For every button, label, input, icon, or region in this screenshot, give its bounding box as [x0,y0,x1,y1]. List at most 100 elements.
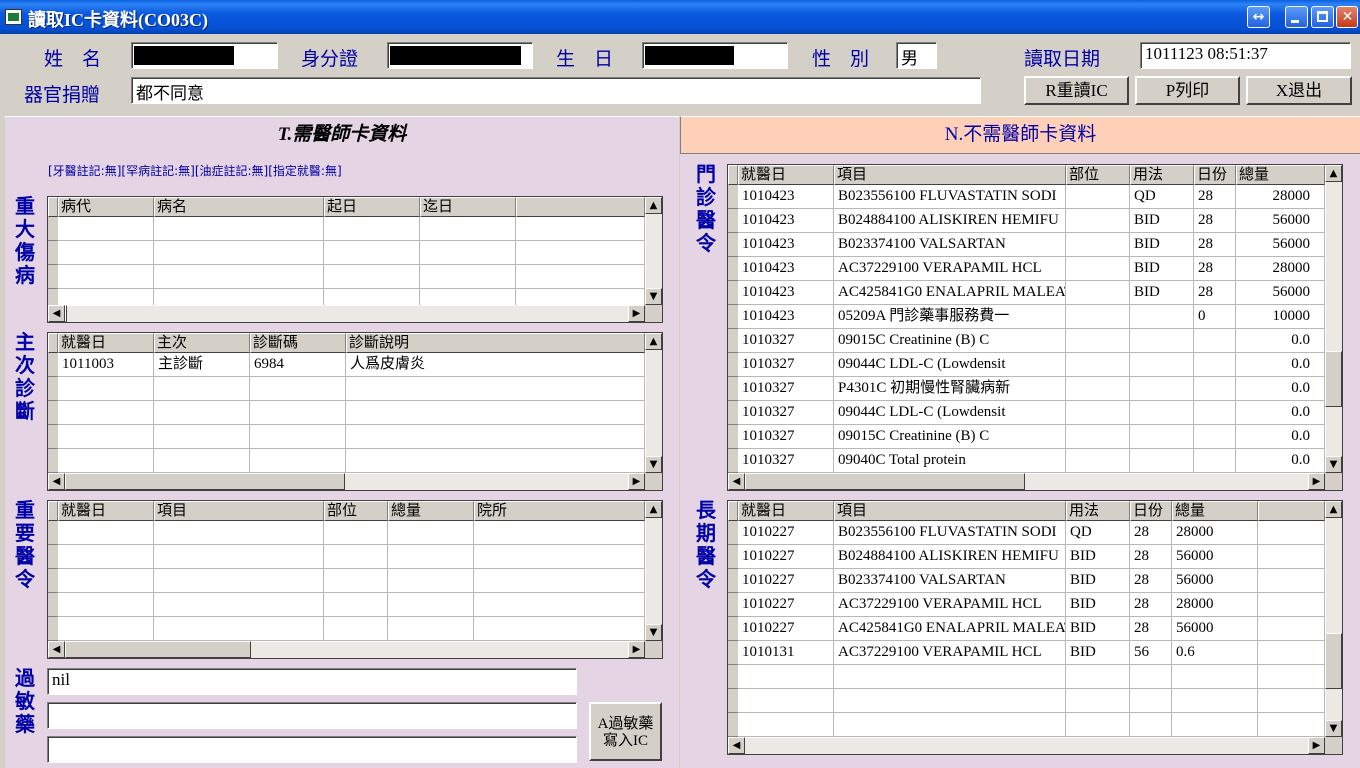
print-button[interactable]: P列印 [1135,76,1240,105]
row-selector[interactable] [728,521,738,545]
scroll-up-arrow-icon[interactable]: ▲ [645,197,662,214]
row-selector[interactable] [48,265,58,289]
vertical-scroll-thumb[interactable] [1325,351,1342,407]
scroll-down-arrow-icon[interactable]: ▼ [1325,720,1342,737]
horizontal-scrollbar[interactable]: ◀ ▶ [48,305,645,322]
table-row[interactable]: 1010327 09044C LDL-C (Lowdensit 0.0 [728,401,1325,425]
row-selector[interactable] [48,353,58,377]
table-row[interactable] [48,449,645,473]
table-row[interactable] [48,425,645,449]
row-selector[interactable] [728,641,738,665]
maximize-button[interactable] [1311,6,1334,28]
row-selector[interactable] [728,689,738,713]
close-button[interactable]: ✕ [1336,6,1358,28]
horizontal-scroll-thumb[interactable] [65,473,345,490]
allergy-field-2[interactable] [47,702,577,729]
horizontal-scrollbar[interactable]: ◀ ▶ [728,737,1325,754]
scroll-left-arrow-icon[interactable]: ◀ [48,641,65,658]
table-row[interactable]: 1010423 B024884100 ALISKIREN HEMIFU BID 28 5… [728,209,1325,233]
column-header[interactable]: 病代 [58,197,154,217]
table-row[interactable] [728,713,1325,737]
table-row[interactable] [728,665,1325,689]
column-header[interactable]: 總量 [1172,501,1258,521]
table-row[interactable]: 1010327 P4301C 初期慢性腎臟病新 0.0 [728,377,1325,401]
table-row[interactable] [48,377,645,401]
diagnosis-grid[interactable]: 就醫日 主次 診斷碼 診斷說明 1011003 主診斷 6984 人爲皮膚炎 ▲ ▼ ◀ ▶ [47,332,663,491]
row-selector[interactable] [48,217,58,241]
column-header[interactable]: 部位 [1066,165,1130,185]
table-row[interactable]: 1010423 B023374100 VALSARTAN BID 28 56000 [728,233,1325,257]
scroll-down-arrow-icon[interactable]: ▼ [645,456,662,473]
row-selector[interactable] [48,401,58,425]
exit-button[interactable]: X退出 [1246,76,1352,105]
table-row[interactable]: 1010227 B024884100 ALISKIREN HEMIFU BID 28 5… [728,545,1325,569]
table-row[interactable]: 1010327 09015C Creatinine (B) C 0.0 [728,425,1325,449]
minimize-button[interactable] [1285,6,1308,28]
horizontal-scroll-thumb[interactable] [65,641,251,658]
scroll-down-arrow-icon[interactable]: ▼ [645,288,662,305]
row-selector[interactable] [728,257,738,281]
scroll-up-arrow-icon[interactable]: ▲ [1325,501,1342,518]
row-selector[interactable] [728,305,738,329]
id-field[interactable] [387,42,533,69]
column-header[interactable]: 迄日 [420,197,516,217]
row-selector[interactable] [728,401,738,425]
row-selector[interactable] [728,377,738,401]
row-selector[interactable] [728,593,738,617]
table-row[interactable]: 1011003 主診斷 6984 人爲皮膚炎 [48,353,645,377]
column-header[interactable]: 日份 [1130,501,1172,521]
column-header[interactable]: 用法 [1130,165,1194,185]
table-row[interactable] [728,689,1325,713]
birth-field[interactable] [642,42,788,69]
row-selector[interactable] [48,521,58,545]
table-row[interactable]: 1010423 AC425841G0 ENALAPRIL MALEAT BID 28 5… [728,281,1325,305]
row-selector[interactable] [48,425,58,449]
scroll-left-arrow-icon[interactable]: ◀ [48,473,65,490]
row-selector[interactable] [728,665,738,689]
table-row[interactable]: 1010227 AC37229100 VERAPAMIL HCL BID 28 2800… [728,593,1325,617]
column-header[interactable]: 總量 [388,501,474,521]
row-selector[interactable] [728,449,738,473]
table-row[interactable] [48,521,645,545]
row-selector[interactable] [48,241,58,265]
horizontal-scrollbar[interactable]: ◀ ▶ [48,641,645,658]
row-selector[interactable] [728,713,738,737]
row-selector[interactable] [48,617,58,641]
table-row[interactable]: 1010227 B023556100 FLUVASTATIN SODI QD 28 28… [728,521,1325,545]
column-header[interactable]: 日份 [1194,165,1236,185]
row-selector[interactable] [728,233,738,257]
organ-donation-field[interactable]: 都不同意 [131,77,981,104]
scroll-left-arrow-icon[interactable]: ◀ [728,473,745,490]
scroll-down-arrow-icon[interactable]: ▼ [1325,456,1342,473]
row-selector[interactable] [728,545,738,569]
horizontal-scroll-thumb[interactable] [65,305,67,322]
scroll-up-arrow-icon[interactable]: ▲ [645,501,662,518]
table-row[interactable] [48,241,645,265]
row-selector[interactable] [48,545,58,569]
scroll-left-arrow-icon[interactable]: ◀ [48,305,65,322]
table-row[interactable]: 1010131 AC37229100 VERAPAMIL HCL BID 56 0.6 [728,641,1325,665]
row-selector[interactable] [48,569,58,593]
scroll-right-arrow-icon[interactable]: ▶ [628,305,645,322]
column-header[interactable]: 就醫日 [58,501,154,521]
table-row[interactable] [48,569,645,593]
table-row[interactable]: 1010423 B023556100 FLUVASTATIN SODI QD 28 28… [728,185,1325,209]
column-header[interactable] [1258,501,1325,521]
title-bar[interactable]: 讀取IC卡資料(CO03C) ↔ ✕ [0,0,1360,34]
row-selector[interactable] [48,593,58,617]
row-selector[interactable] [728,329,738,353]
table-row[interactable]: 1010423 AC37229100 VERAPAMIL HCL BID 28 2800… [728,257,1325,281]
column-header[interactable]: 總量 [1236,165,1325,185]
name-field[interactable] [131,42,278,69]
restore-button[interactable]: ↔ [1247,6,1270,28]
column-header[interactable]: 就醫日 [58,333,154,353]
column-header[interactable]: 就醫日 [738,501,834,521]
scroll-right-arrow-icon[interactable]: ▶ [628,473,645,490]
row-selector[interactable] [728,617,738,641]
column-header[interactable]: 用法 [1066,501,1130,521]
row-selector[interactable] [728,569,738,593]
table-row[interactable] [48,545,645,569]
column-header[interactable]: 診斷說明 [346,333,645,353]
table-row[interactable]: 1010227 AC425841G0 ENALAPRIL MALEAT BID 28 5… [728,617,1325,641]
vertical-scrollbar[interactable]: ▲ ▼ [645,501,662,641]
